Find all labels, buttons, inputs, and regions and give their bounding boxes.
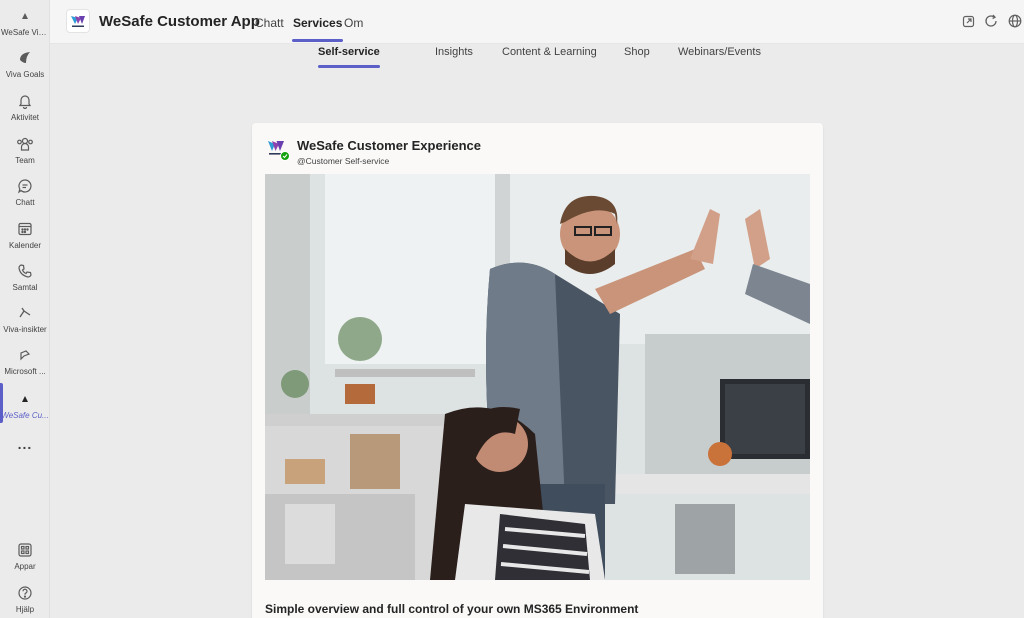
refresh-icon[interactable] <box>983 13 999 29</box>
card-title: WeSafe Customer Experience <box>297 138 481 153</box>
microsoft-icon <box>15 345 35 365</box>
phone-icon <box>15 261 35 281</box>
rail-item-team[interactable]: Team <box>0 134 50 174</box>
rail-item-label: Samtal <box>12 283 38 292</box>
rail-item-activity[interactable]: Aktivitet <box>0 91 50 131</box>
rail-item-label: Team <box>15 156 35 165</box>
post-card: WeSafe Customer Experience @Customer Sel… <box>252 123 823 618</box>
viva-insights-icon <box>15 303 35 323</box>
more-icon: ... <box>17 436 33 452</box>
rail-item-apps[interactable]: Appar <box>0 540 50 580</box>
rail-item-label: Viva-insikter <box>3 325 47 334</box>
card-subtitle: @Customer Self-service <box>297 156 390 166</box>
rail-item-label: Hjälp <box>15 605 35 614</box>
app-rail: WeSafe Viva... Viva Goals Aktivitet Team… <box>0 0 50 618</box>
bell-icon <box>15 91 35 111</box>
subtab-self-service[interactable]: Self-service <box>318 46 380 68</box>
rail-item-wesafe-customer[interactable]: WeSafe Cu... <box>0 383 50 429</box>
help-icon <box>15 583 35 603</box>
rail-item-wesafe-viva[interactable]: WeSafe Viva... <box>0 6 50 46</box>
tab-services[interactable]: Services <box>291 16 344 42</box>
rail-item-viva-goals[interactable]: Viva Goals <box>0 48 50 88</box>
rail-item-label: Chatt <box>15 198 35 207</box>
wesafe-icon <box>15 389 35 409</box>
subtab-webinars-events[interactable]: Webinars/Events <box>678 46 761 58</box>
rail-more-button[interactable]: ... <box>0 434 50 454</box>
rail-item-calls[interactable]: Samtal <box>0 261 50 301</box>
tab-about[interactable]: Om <box>344 16 363 30</box>
rail-item-label: Appar <box>14 562 36 571</box>
subtab-shop[interactable]: Shop <box>624 46 650 58</box>
rail-item-label: Viva Goals <box>5 70 45 79</box>
rail-item-label: Kalender <box>8 241 42 250</box>
calendar-icon <box>15 219 35 239</box>
globe-icon[interactable] <box>1007 13 1023 29</box>
verified-badge-icon <box>280 151 290 161</box>
rail-item-microsoft[interactable]: Microsoft ... <box>0 345 50 385</box>
rail-item-label: WeSafe Cu... <box>1 411 49 420</box>
rail-item-label: Microsoft ... <box>4 367 46 376</box>
rail-item-label: WeSafe Viva... <box>1 28 49 37</box>
chat-icon <box>15 176 35 196</box>
subtab-insights[interactable]: Insights <box>435 46 473 58</box>
popout-icon[interactable] <box>960 13 976 29</box>
rail-item-label: Aktivitet <box>10 113 39 122</box>
rail-item-calendar[interactable]: Kalender <box>0 219 50 259</box>
app-logo <box>66 9 90 33</box>
tab-chat[interactable]: Chatt <box>255 16 284 30</box>
apps-icon <box>15 540 35 560</box>
rail-item-viva-insights[interactable]: Viva-insikter <box>0 303 50 343</box>
app-title: WeSafe Customer App <box>99 13 260 30</box>
subtab-content-learning[interactable]: Content & Learning <box>502 46 597 58</box>
team-icon <box>15 134 35 154</box>
app-header: WeSafe Customer App Chatt Services Om <box>50 0 1024 44</box>
card-caption: Simple overview and full control of your… <box>265 602 639 616</box>
viva-goals-icon <box>15 48 35 68</box>
rail-item-help[interactable]: Hjälp <box>0 583 50 618</box>
office-high-five-image <box>265 174 810 580</box>
wesafe-icon <box>15 6 35 26</box>
rail-item-chat[interactable]: Chatt <box>0 176 50 216</box>
